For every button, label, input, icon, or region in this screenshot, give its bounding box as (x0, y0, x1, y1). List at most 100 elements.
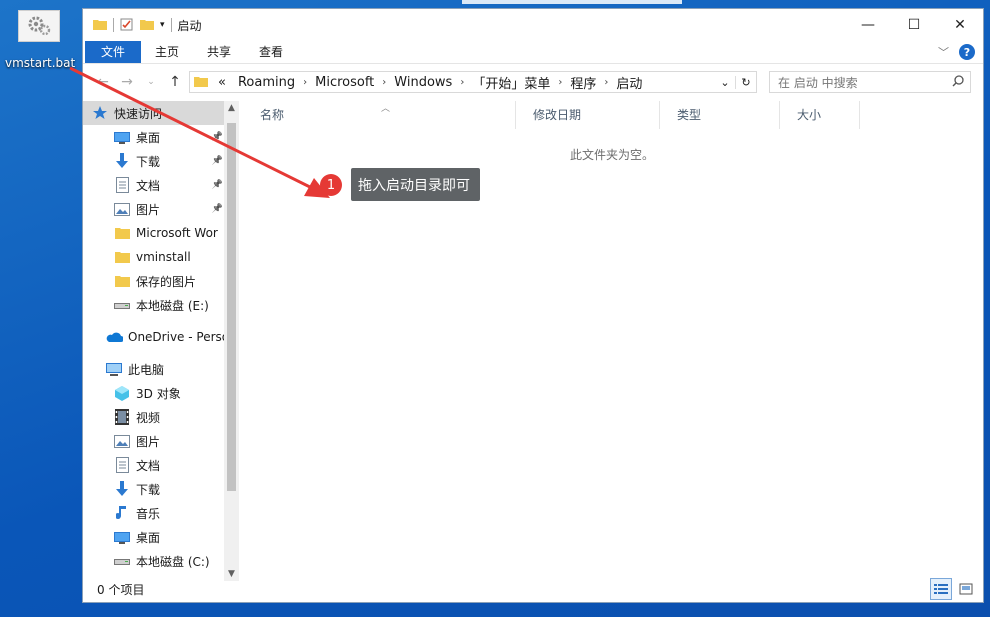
nav-quick-item[interactable]: 本地磁盘 (E:) (83, 293, 239, 317)
column-name[interactable]: 名称 (243, 101, 516, 129)
customize-toolbar-icon[interactable]: ▾ (160, 20, 165, 30)
refresh-icon[interactable]: ↻ (735, 75, 756, 89)
nav-pc-item[interactable]: 3D 对象 (83, 381, 239, 405)
folder-icon (113, 225, 131, 241)
document-icon (113, 457, 131, 473)
scroll-thumb[interactable] (227, 123, 236, 491)
column-header: 名称 修改日期 类型 大小 (243, 101, 983, 129)
picture-icon (113, 201, 131, 217)
nav-item-label: 快速访问 (114, 106, 163, 121)
nav-pc-item[interactable]: 本地磁盘 (C:) (83, 549, 239, 573)
video-icon (113, 409, 131, 425)
nav-onedrive[interactable]: OneDrive - Perso (83, 325, 239, 349)
breadcrumb-windows[interactable]: Windows (388, 75, 458, 90)
pin-icon: 📌 (211, 204, 223, 214)
desktop-icon-label: vmstart.bat (5, 56, 76, 70)
details-view-icon[interactable] (930, 578, 952, 600)
pc-icon (105, 361, 123, 377)
download-icon (113, 153, 131, 169)
back-button[interactable]: ← (91, 74, 115, 90)
nav-item-label: 文档 (136, 178, 161, 193)
breadcrumb-startup[interactable]: 启动 (610, 73, 648, 92)
nav-item-label: 3D 对象 (136, 386, 181, 401)
breadcrumb-overflow[interactable]: « (212, 75, 232, 90)
desktop-icon (113, 129, 131, 145)
music-icon (113, 505, 131, 521)
expand-ribbon-icon[interactable]: ﹀ (938, 44, 949, 60)
minimize-button[interactable]: — (845, 9, 891, 41)
large-icons-view-icon[interactable] (955, 578, 977, 600)
forward-button[interactable]: → (115, 74, 139, 90)
column-type[interactable]: 类型 (660, 101, 780, 129)
nav-pc-item[interactable]: 下载 (83, 477, 239, 501)
recent-locations-button[interactable]: ⌄ (139, 77, 163, 87)
help-icon[interactable]: ? (959, 44, 975, 60)
chevron-right-icon[interactable]: › (301, 77, 309, 88)
download-icon (113, 481, 131, 497)
nav-quick-item[interactable]: Microsoft Wor (83, 221, 239, 245)
tab-file[interactable]: 文件 (85, 41, 142, 63)
document-icon (113, 177, 131, 193)
gear-file-icon (18, 10, 60, 42)
breadcrumb-programs[interactable]: 程序 (564, 73, 602, 92)
search-input[interactable]: 在 启动 中搜索 (769, 71, 971, 93)
address-bar[interactable]: « Roaming › Microsoft › Windows › 「开始」菜单… (189, 71, 757, 93)
nav-item-label: 桌面 (136, 530, 161, 545)
folder-icon (190, 75, 212, 90)
tab-view[interactable]: 查看 (245, 41, 297, 63)
search-icon (952, 75, 964, 90)
folder-icon (113, 273, 131, 289)
nav-item-label: 文档 (136, 458, 161, 473)
nav-pc-item[interactable]: 音乐 (83, 501, 239, 525)
nav-item-label: 本地磁盘 (E:) (136, 298, 209, 313)
nav-this-pc[interactable]: 此电脑 (83, 357, 239, 381)
nav-quick-access[interactable]: 快速访问 (83, 101, 239, 125)
nav-pc-item[interactable]: 视频 (83, 405, 239, 429)
chevron-right-icon[interactable]: › (556, 77, 564, 88)
up-button[interactable]: ↑ (163, 74, 187, 90)
explorer-window: ▾ 启动 — ☐ ✕ 文件 主页 共享 查看 ﹀ ? ← → ⌄ ↑ « Roa… (82, 8, 984, 603)
chevron-right-icon[interactable]: › (458, 77, 466, 88)
chevron-right-icon[interactable]: › (602, 77, 610, 88)
nav-quick-item[interactable]: vminstall (83, 245, 239, 269)
status-bar-count: 0 个项目 (97, 583, 145, 597)
breadcrumb-roaming[interactable]: Roaming (232, 75, 301, 90)
breadcrumb-microsoft[interactable]: Microsoft (309, 75, 380, 90)
nav-scrollbar[interactable]: ▲ ▼ (224, 101, 239, 581)
column-size[interactable]: 大小 (780, 101, 860, 129)
desktop-file-vmstart[interactable]: vmstart.bat (5, 10, 76, 70)
pin-icon: 📌 (211, 156, 223, 166)
nav-quick-item[interactable]: 保存的图片 (83, 269, 239, 293)
pin-icon: 📌 (211, 180, 223, 190)
chevron-right-icon[interactable]: › (380, 77, 388, 88)
breadcrumb-start-menu[interactable]: 「开始」菜单 (466, 73, 556, 92)
nav-pc-item[interactable]: 图片 (83, 429, 239, 453)
close-button[interactable]: ✕ (937, 9, 983, 41)
nav-quick-item[interactable]: 下载 📌 (83, 149, 239, 173)
sort-ascending-icon: ︿ (381, 104, 391, 114)
scroll-up-icon[interactable]: ▲ (224, 103, 239, 113)
quick-access-toolbar: ▾ (83, 17, 172, 34)
empty-folder-message: 此文件夹为空。 (570, 148, 655, 162)
properties-icon[interactable] (120, 17, 134, 34)
nav-quick-item[interactable]: 桌面 📌 (83, 125, 239, 149)
new-folder-icon[interactable] (140, 18, 154, 33)
step-number-badge: 1 (320, 174, 342, 196)
nav-item-label: 下载 (136, 482, 161, 497)
address-dropdown-icon[interactable]: ⌄ (715, 76, 735, 89)
tab-share[interactable]: 共享 (193, 41, 245, 63)
nav-quick-item[interactable]: 文档 📌 (83, 173, 239, 197)
picture-icon (113, 433, 131, 449)
nav-item-label: 图片 (136, 434, 161, 449)
nav-item-label: 本地磁盘 (C:) (136, 554, 210, 569)
nav-pc-item[interactable]: 桌面 (83, 525, 239, 549)
nav-pc-item[interactable]: 文档 (83, 453, 239, 477)
maximize-button[interactable]: ☐ (891, 9, 937, 41)
nav-item-label: 下载 (136, 154, 161, 169)
scroll-down-icon[interactable]: ▼ (224, 569, 239, 579)
column-date-modified[interactable]: 修改日期 (516, 101, 660, 129)
nav-quick-item[interactable]: 图片 📌 (83, 197, 239, 221)
tab-home[interactable]: 主页 (141, 41, 193, 63)
onedrive-icon (105, 329, 123, 345)
drive-icon (113, 297, 131, 313)
